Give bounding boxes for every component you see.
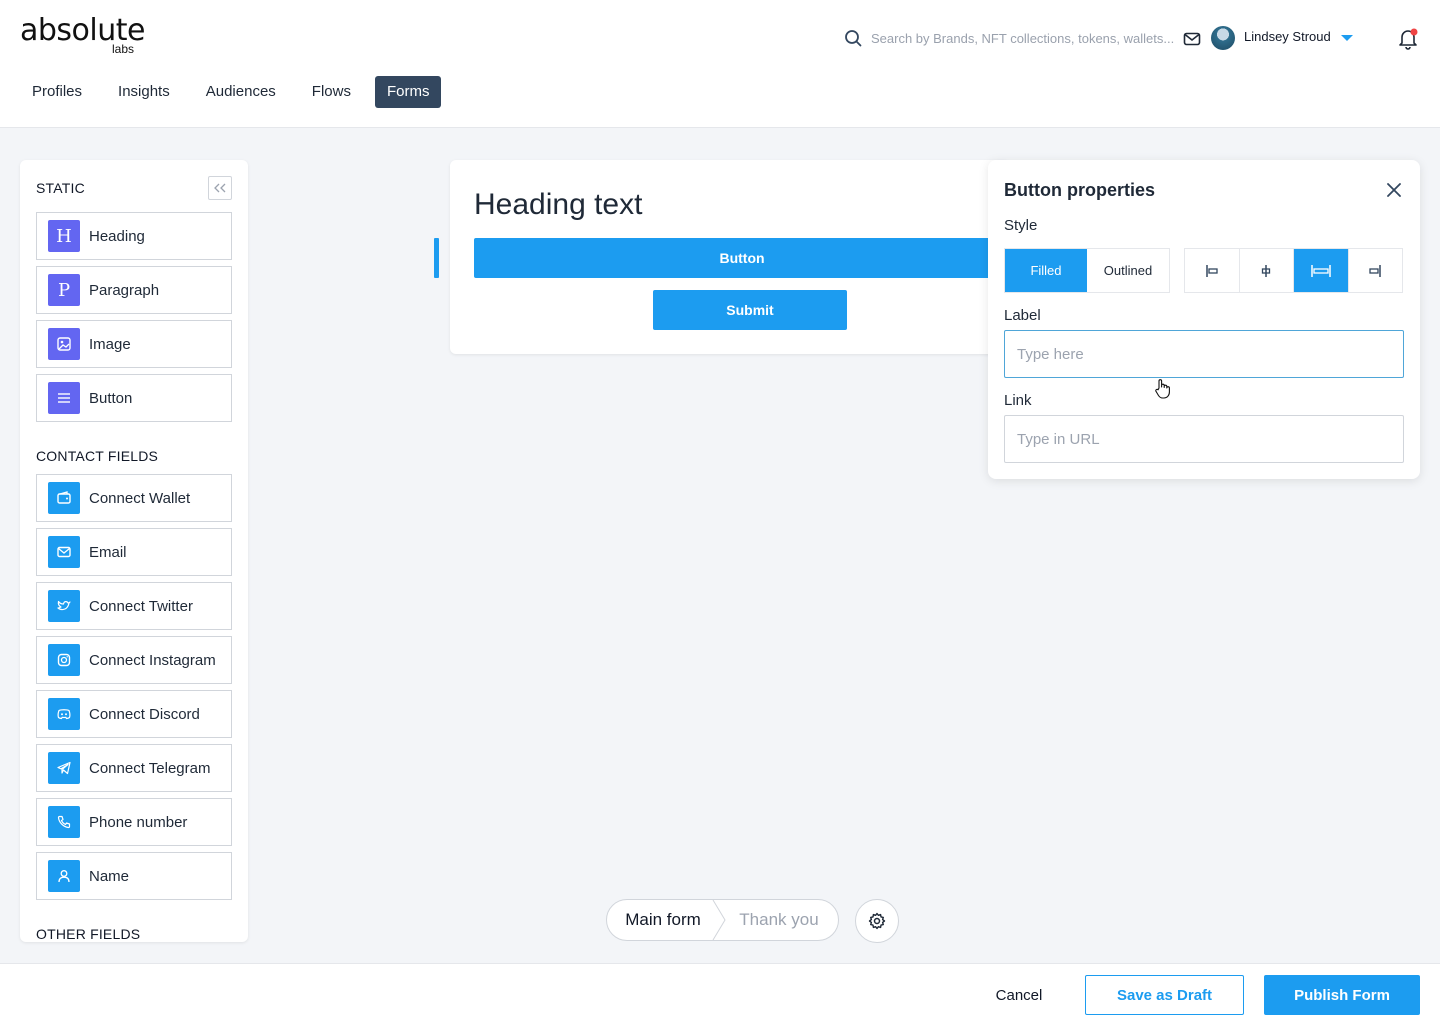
user-name[interactable]: Lindsey Stroud [1244, 29, 1331, 44]
form-page-switcher: Main form Thank you [606, 899, 839, 941]
search-icon [845, 30, 862, 47]
fields-sidebar: STATIC H Heading P Paragraph Image Butto… [20, 160, 248, 942]
section-contact-title: CONTACT FIELDS [36, 448, 159, 464]
align-left-button[interactable] [1185, 249, 1240, 292]
alignment-toggle [1184, 248, 1403, 293]
align-right-button[interactable] [1349, 249, 1403, 292]
gear-icon [868, 912, 886, 930]
align-full-width-icon [1311, 264, 1331, 277]
align-center-icon [1262, 264, 1271, 277]
tab-audiences[interactable]: Audiences [194, 76, 288, 108]
sidebar-item-connect-twitter[interactable]: Connect Twitter [36, 582, 232, 630]
sidebar-item-label: Button [89, 389, 133, 407]
phone-icon [48, 806, 80, 838]
style-filled-option[interactable]: Filled [1005, 249, 1087, 292]
page-main-form-tab[interactable]: Main form [607, 900, 719, 940]
search-input[interactable]: Search by Brands, NFT collections, token… [871, 31, 1174, 46]
publish-form-button[interactable]: Publish Form [1264, 975, 1420, 1015]
align-full-width-button[interactable] [1294, 249, 1349, 292]
sidebar-item-label: Connect Telegram [89, 759, 211, 777]
twitter-icon [48, 590, 80, 622]
sidebar-item-connect-instagram[interactable]: Connect Instagram [36, 636, 232, 684]
sidebar-item-label: Connect Twitter [89, 597, 193, 615]
double-chevron-left-icon [214, 183, 226, 193]
canvas-button-block[interactable]: Button [474, 238, 1010, 278]
tab-flows[interactable]: Flows [300, 76, 363, 108]
sidebar-item-label: Connect Wallet [89, 489, 191, 507]
form-settings-button[interactable] [855, 899, 899, 943]
brand-sub: labs [111, 42, 134, 56]
avatar[interactable] [1211, 26, 1235, 50]
sidebar-item-name[interactable]: Name [36, 852, 232, 900]
sidebar-item-heading[interactable]: H Heading [36, 212, 232, 260]
sidebar-item-label: Connect Instagram [89, 651, 216, 669]
global-search[interactable]: Search by Brands, NFT collections, token… [844, 28, 1174, 48]
paragraph-icon: P [48, 274, 80, 306]
drop-indicator [434, 238, 439, 278]
save-draft-button[interactable]: Save as Draft [1085, 975, 1244, 1015]
sidebar-item-paragraph[interactable]: P Paragraph [36, 266, 232, 314]
style-outlined-option[interactable]: Outlined [1087, 249, 1169, 292]
sidebar-item-button[interactable]: Button [36, 374, 232, 422]
cancel-button[interactable]: Cancel [980, 975, 1058, 1015]
label-input[interactable] [1004, 330, 1404, 378]
align-left-icon [1206, 264, 1218, 277]
sidebar-item-connect-discord[interactable]: Connect Discord [36, 690, 232, 738]
mail-icon[interactable] [1183, 30, 1201, 48]
section-static-title: STATIC [36, 180, 85, 196]
label-field-label: Label [1004, 307, 1041, 324]
canvas-submit-button[interactable]: Submit [653, 290, 847, 330]
sidebar-item-phone-number[interactable]: Phone number [36, 798, 232, 846]
link-input[interactable] [1004, 415, 1404, 463]
action-footer: Cancel Save as Draft Publish Form [0, 963, 1440, 1024]
instagram-icon [48, 644, 80, 676]
discord-icon [48, 698, 80, 730]
align-right-icon [1369, 264, 1381, 277]
align-center-button[interactable] [1240, 249, 1294, 292]
wallet-icon [48, 482, 80, 514]
panel-title: Button properties [1004, 180, 1155, 200]
sidebar-item-email[interactable]: Email [36, 528, 232, 576]
tab-forms[interactable]: Forms [374, 76, 442, 108]
sidebar-item-image[interactable]: Image [36, 320, 232, 368]
button-icon [48, 382, 80, 414]
sidebar-item-connect-telegram[interactable]: Connect Telegram [36, 744, 232, 792]
sidebar-item-label: Paragraph [89, 281, 160, 299]
email-icon [48, 536, 80, 568]
tab-profiles[interactable]: Profiles [20, 76, 94, 108]
style-toggle: Filled Outlined [1004, 248, 1170, 293]
main-nav: Profiles Insights Audiences Flows Forms [20, 76, 453, 108]
sidebar-item-label: Image [89, 335, 131, 353]
image-icon [48, 328, 80, 360]
chevron-down-icon[interactable] [1341, 35, 1353, 41]
link-field-label: Link [1004, 392, 1032, 409]
close-icon[interactable] [1384, 180, 1404, 200]
user-icon [48, 860, 80, 892]
top-header: absolute labs Search by Brands, NFT coll… [0, 0, 1440, 128]
form-canvas: Heading text Button Submit [450, 160, 1010, 354]
hand-cursor-icon [1155, 379, 1170, 399]
telegram-icon [48, 752, 80, 784]
heading-icon: H [48, 220, 80, 252]
collapse-sidebar-button[interactable] [208, 176, 232, 200]
page-thank-you-tab[interactable]: Thank you [719, 900, 838, 940]
brand-logo[interactable]: absolute labs [20, 16, 145, 57]
bell-icon[interactable] [1398, 28, 1418, 50]
sidebar-item-connect-wallet[interactable]: Connect Wallet [36, 474, 232, 522]
sidebar-item-label: Email [89, 543, 127, 561]
canvas-heading[interactable]: Heading text [474, 188, 642, 222]
sidebar-item-label: Phone number [89, 813, 188, 831]
button-properties-panel: Button properties Style Filled Outlined … [988, 160, 1420, 479]
sidebar-item-label: Heading [89, 227, 145, 245]
style-label: Style [1004, 217, 1038, 234]
section-other-title: OTHER FIELDS [36, 926, 141, 942]
tab-insights[interactable]: Insights [106, 76, 182, 108]
sidebar-item-label: Connect Discord [89, 705, 200, 723]
sidebar-item-label: Name [89, 867, 130, 885]
